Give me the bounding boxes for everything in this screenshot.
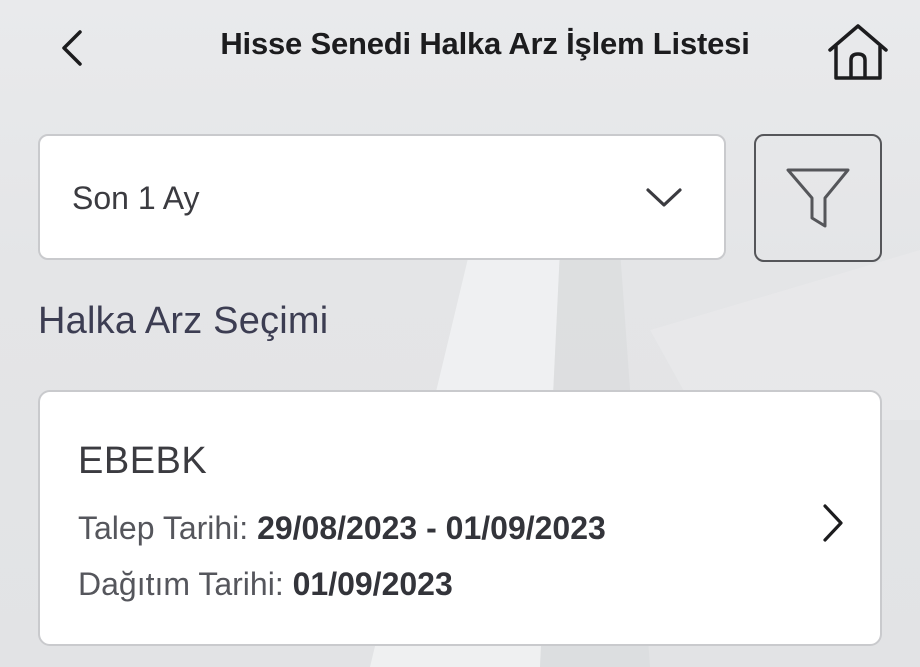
offering-code: EBEBK [78,440,208,482]
period-dropdown[interactable]: Son 1 Ay [38,134,726,260]
home-icon [828,24,888,80]
page-title: Hisse Senedi Halka Arz İşlem Listesi [220,26,750,61]
chevron-right-icon [823,504,843,542]
section-title: Halka Arz Seçimi [38,300,329,342]
chevron-down-icon [646,188,682,207]
request-date-label: Talep Tarihi: [78,510,249,546]
request-date-value: 29/08/2023 - 01/09/2023 [257,510,606,546]
chevron-left-icon [62,30,82,66]
offering-card[interactable]: EBEBK Talep Tarihi: 29/08/2023 - 01/09/2… [38,390,882,646]
filter-button[interactable] [754,134,882,262]
back-button[interactable] [50,24,94,72]
distribution-date-value: 01/09/2023 [292,566,453,602]
distribution-date-row: Dağıtım Tarihi: 01/09/2023 [78,566,453,603]
request-date-row: Talep Tarihi: 29/08/2023 - 01/09/2023 [78,510,606,547]
period-selected-value: Son 1 Ay [72,180,200,216]
funnel-icon [786,168,850,228]
distribution-date-label: Dağıtım Tarihi: [78,566,284,602]
home-button[interactable] [824,20,892,84]
header-bar: Hisse Senedi Halka Arz İşlem Listesi [0,0,920,100]
